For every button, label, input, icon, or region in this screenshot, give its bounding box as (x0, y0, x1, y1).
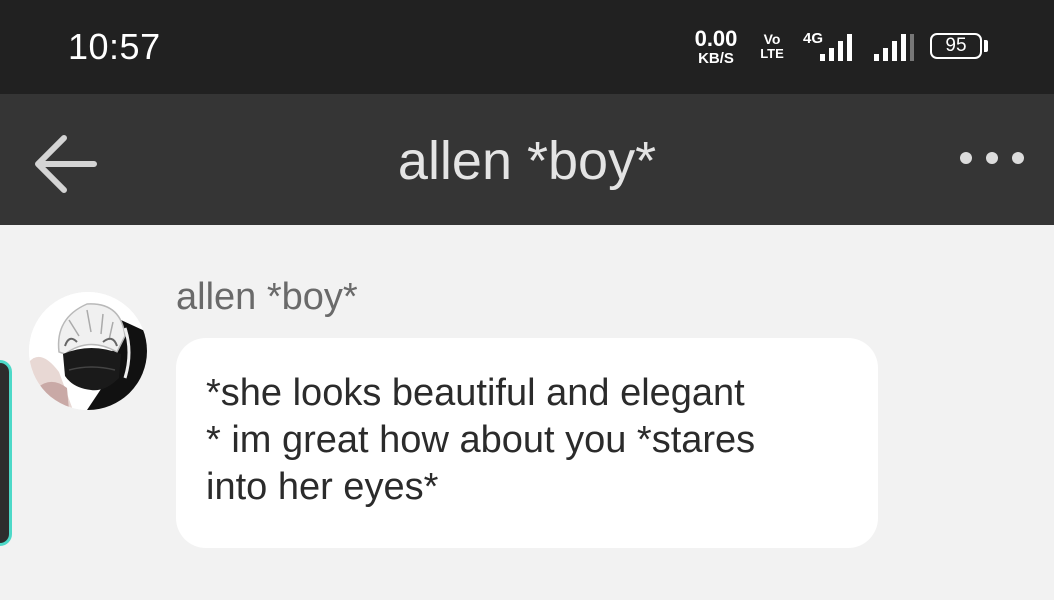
arrow-left-icon (35, 135, 97, 193)
battery-tip (984, 40, 988, 52)
message-text: *she looks beautiful and elegant * im gr… (206, 372, 756, 508)
status-bar: 10:57 0.00 KB/S Vo LTE 4G 95 (0, 0, 1054, 94)
status-time: 10:57 (68, 26, 161, 67)
avatar[interactable] (29, 292, 147, 410)
signal-strength-icon (820, 34, 852, 61)
chat-title: allen *boy* (397, 131, 657, 191)
message-sender-name: allen *boy* (176, 276, 358, 318)
volte-icon: Vo LTE (760, 31, 784, 61)
battery-icon: 95 (930, 33, 982, 59)
network-speed-value: 0.00 (694, 26, 738, 51)
avatar-image (29, 292, 147, 410)
app-bar: allen *boy* (0, 94, 1054, 225)
battery-level: 95 (945, 35, 967, 56)
more-options-button[interactable] (944, 130, 1038, 190)
side-drawer-handle[interactable] (0, 360, 12, 546)
signal-strength-secondary-icon (874, 34, 914, 61)
more-horizontal-icon (960, 152, 1024, 164)
message-bubble[interactable]: *she looks beautiful and elegant * im gr… (176, 338, 878, 548)
network-speed-unit: KB/S (698, 50, 734, 67)
network-speed-indicator: 0.00 KB/S (688, 26, 744, 67)
back-button[interactable] (24, 122, 108, 198)
